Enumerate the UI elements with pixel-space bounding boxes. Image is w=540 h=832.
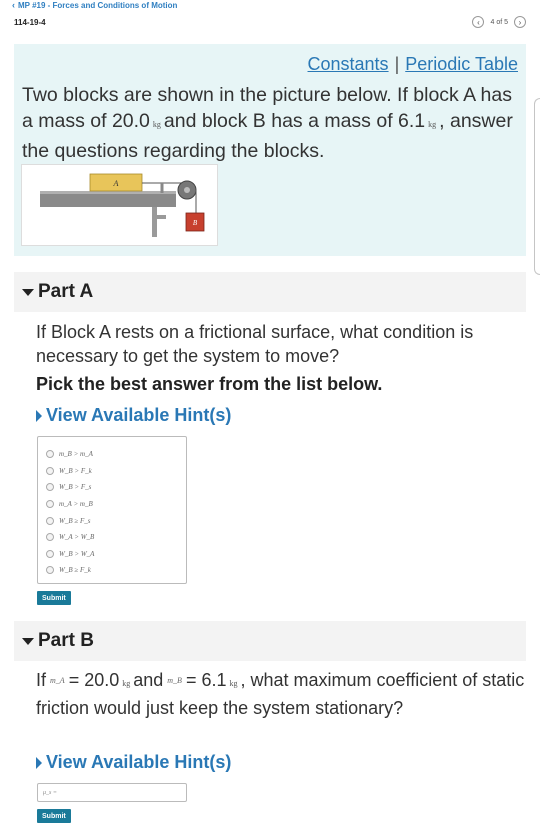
part-a-title: Part A xyxy=(38,281,94,302)
assignment-title: MP #19 - Forces and Conditions of Motion xyxy=(18,0,178,10)
unit-kg-1: kg xyxy=(152,120,161,129)
choice-label: W_B ≥ F_k xyxy=(59,566,91,575)
hint-label: View Available Hint(s) xyxy=(46,752,232,772)
choice-label: m_A > m_B xyxy=(59,500,93,509)
radio-button[interactable] xyxy=(46,549,54,558)
pager: ‹ 4 of 5 › xyxy=(472,16,526,28)
mass-b-symbol: m_B xyxy=(167,676,182,686)
radio-button[interactable] xyxy=(46,566,54,575)
part-b-question: If m_A = 20.0 kg and m_B = 6.1 kg, what maximum… xyxy=(36,668,530,720)
pulley-diagram: A B xyxy=(40,173,205,237)
part-b-title: Part B xyxy=(38,630,94,651)
choice-label: W_B > F_k xyxy=(59,466,92,475)
choice-label: W_B > W_A xyxy=(59,549,95,558)
block-a-label: A xyxy=(113,179,119,188)
periodic-table-link[interactable]: Periodic Table xyxy=(405,54,518,75)
collapse-triangle-icon xyxy=(22,637,34,645)
blocks-figure: A B xyxy=(21,164,218,246)
choice-option[interactable]: m_A > m_B xyxy=(38,496,186,513)
mass-a-symbol: m_A xyxy=(50,676,65,686)
next-page-button[interactable]: › xyxy=(514,16,526,28)
problem-statement: Two blocks are shown in the picture belo… xyxy=(22,82,522,164)
radio-button[interactable] xyxy=(46,533,54,542)
choice-option[interactable]: W_B ≥ F_s xyxy=(38,512,186,529)
part-a-submit-button[interactable]: Submit xyxy=(37,591,71,605)
choice-option[interactable]: m_B > m_A xyxy=(38,446,186,463)
choice-option[interactable]: W_B > F_s xyxy=(38,479,186,496)
mu-s-answer-input[interactable]: μ_s = xyxy=(37,783,187,802)
q-and: and xyxy=(133,670,164,690)
radio-button[interactable] xyxy=(46,500,54,509)
part-b-header[interactable]: Part B xyxy=(14,621,526,661)
side-scroll-handle[interactable] xyxy=(534,98,540,275)
choice-option[interactable]: W_A > W_B xyxy=(38,529,186,546)
part-a-instruction: Pick the best answer from the list below… xyxy=(36,374,383,394)
q-eq2: = 6.1 xyxy=(185,670,227,690)
answer-choices: m_B > m_A W_B > F_k W_B > F_s m_A > m_B … xyxy=(37,436,187,584)
collapse-triangle-icon xyxy=(22,288,34,296)
page-indicator: 4 of 5 xyxy=(490,18,508,26)
radio-button[interactable] xyxy=(46,466,54,475)
choice-option[interactable]: W_B > F_k xyxy=(38,463,186,480)
table-top-edge xyxy=(40,191,176,194)
answer-label: μ_s = xyxy=(43,789,57,796)
unit-kg: kg xyxy=(229,679,238,688)
block-b-label: B xyxy=(193,219,198,227)
previous-page-button[interactable]: ‹ xyxy=(472,16,485,28)
pulley-axle xyxy=(184,187,190,193)
q-if: If xyxy=(36,670,47,690)
problem-text-2: and block B has a mass of 6.1 xyxy=(163,110,426,132)
part-a-question: If Block A rests on a frictional surface… xyxy=(36,322,474,366)
hint-label: View Available Hint(s) xyxy=(46,405,232,425)
choice-option[interactable]: W_B > W_A xyxy=(38,546,186,563)
resource-links: Constants | Periodic Table xyxy=(308,54,518,75)
choice-option[interactable]: W_B ≥ F_k xyxy=(38,562,186,579)
chevron-left-icon: ‹ xyxy=(12,0,15,10)
radio-button[interactable] xyxy=(46,450,54,459)
radio-button[interactable] xyxy=(46,516,54,525)
choice-label: m_B > m_A xyxy=(59,450,93,459)
clamp-post xyxy=(152,207,157,237)
part-a-header[interactable]: Part A xyxy=(14,272,526,312)
links-separator: | xyxy=(394,54,400,74)
expand-triangle-icon xyxy=(36,756,42,769)
clamp-arm xyxy=(152,215,166,219)
problem-intro: Constants | Periodic Table Two blocks ar… xyxy=(14,44,526,256)
constants-link[interactable]: Constants xyxy=(308,54,389,75)
part-a-hint-link[interactable]: View Available Hint(s) xyxy=(36,405,231,426)
course-code: 114-19-4 xyxy=(14,18,46,27)
choice-label: W_B ≥ F_s xyxy=(59,516,91,525)
expand-triangle-icon xyxy=(36,409,42,422)
unit-kg: kg xyxy=(122,679,131,688)
part-b-hint-link[interactable]: View Available Hint(s) xyxy=(36,752,231,773)
unit-kg-2: kg xyxy=(428,120,437,129)
choice-label: W_A > W_B xyxy=(59,533,95,542)
part-b-submit-button[interactable]: Submit xyxy=(37,809,71,823)
back-link[interactable]: ‹ MP #19 - Forces and Conditions of Moti… xyxy=(12,0,177,10)
choice-label: W_B > F_s xyxy=(59,483,92,492)
table-surface xyxy=(40,193,176,207)
q-eq1: = 20.0 xyxy=(68,670,120,690)
radio-button[interactable] xyxy=(46,483,54,492)
